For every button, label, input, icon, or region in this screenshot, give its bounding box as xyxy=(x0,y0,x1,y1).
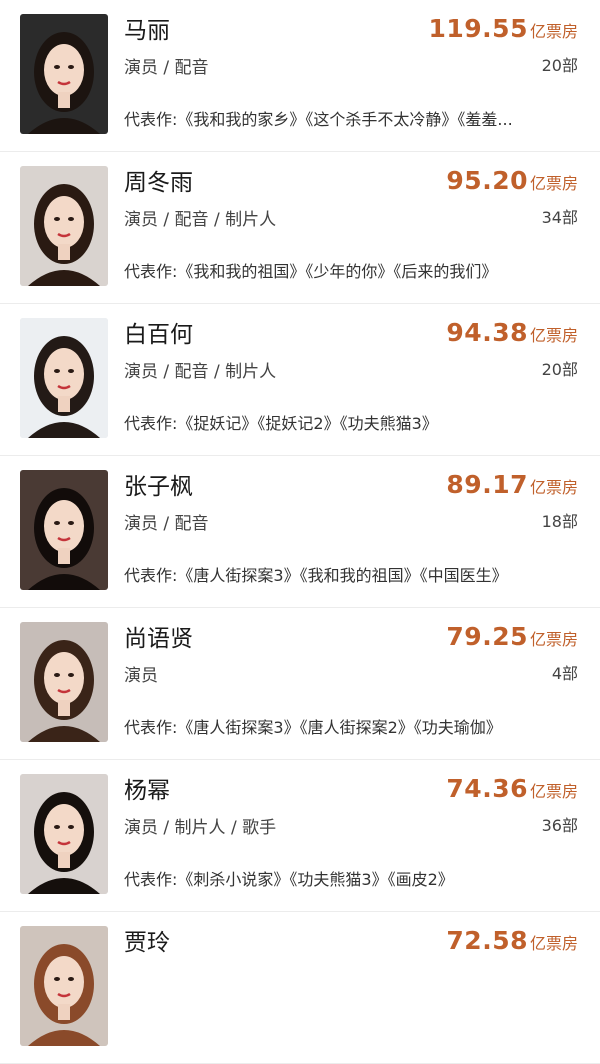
avatar[interactable] xyxy=(20,14,108,134)
actor-roles: 演员 / 配音 xyxy=(124,58,209,78)
list-item[interactable]: 尚语贤 演员 79.25 亿票房 4部 代表作:《唐人街探案3》《唐人街探案2》《… xyxy=(0,608,600,760)
box-office: 74.36 亿票房 xyxy=(446,772,578,809)
box-office-value: 74.36 xyxy=(446,774,528,803)
list-item[interactable]: 白百何 演员 / 配音 / 制片人 94.38 亿票房 20部 代表作:《捉妖记》… xyxy=(0,304,600,456)
portrait-image xyxy=(20,774,108,894)
box-office-value: 72.58 xyxy=(446,926,528,955)
box-office-unit: 亿票房 xyxy=(529,174,578,193)
representative-works: 代表作:《捉妖记》《捉妖记2》《功夫熊猫3》 xyxy=(124,414,438,433)
avatar[interactable] xyxy=(20,622,108,742)
representative-works: 代表作:《刺杀小说家》《功夫熊猫3》《画皮2》 xyxy=(124,870,454,889)
box-office-value: 95.20 xyxy=(446,166,528,195)
representative-works: 代表作:《我和我的祖国》《少年的你》《后来的我们》 xyxy=(124,262,498,281)
film-count: 18部 xyxy=(541,512,578,531)
portrait-image xyxy=(20,14,108,134)
box-office-value: 94.38 xyxy=(446,318,528,347)
box-office: 79.25 亿票房 xyxy=(446,620,578,657)
actor-roles: 演员 xyxy=(124,666,158,686)
list-item[interactable]: 马丽 演员 / 配音 119.55 亿票房 20部 代表作:《我和我的家乡》《这个… xyxy=(0,0,600,152)
representative-works: 代表作:《唐人街探案3》《唐人街探案2》《功夫瑜伽》 xyxy=(124,718,502,737)
actor-name[interactable]: 尚语贤 xyxy=(124,624,193,654)
box-office-unit: 亿票房 xyxy=(529,478,578,497)
actor-roles: 演员 / 配音 / 制片人 xyxy=(124,210,277,230)
representative-works: 代表作:《我和我的家乡》《这个杀手不太冷静》《羞羞... xyxy=(124,110,513,129)
box-office-unit: 亿票房 xyxy=(529,630,578,649)
actor-roles: 演员 / 制片人 / 歌手 xyxy=(124,818,277,838)
portrait-image xyxy=(20,470,108,590)
list-item[interactable]: 杨幂 演员 / 制片人 / 歌手 74.36 亿票房 36部 代表作:《刺杀小说家… xyxy=(0,760,600,912)
box-office-ranking-list: 马丽 演员 / 配音 119.55 亿票房 20部 代表作:《我和我的家乡》《这个… xyxy=(0,0,600,1064)
list-item[interactable]: 贾玲 72.58 亿票房 xyxy=(0,912,600,1064)
film-count: 34部 xyxy=(541,208,578,227)
avatar[interactable] xyxy=(20,926,108,1046)
actor-name[interactable]: 贾玲 xyxy=(124,928,170,958)
box-office-unit: 亿票房 xyxy=(529,326,578,345)
film-count: 20部 xyxy=(541,360,578,379)
representative-works: 代表作:《唐人街探案3》《我和我的祖国》《中国医生》 xyxy=(124,566,508,585)
actor-name[interactable]: 杨幂 xyxy=(124,776,170,806)
box-office: 95.20 亿票房 xyxy=(446,164,578,201)
box-office: 94.38 亿票房 xyxy=(446,316,578,353)
avatar[interactable] xyxy=(20,166,108,286)
box-office: 72.58 亿票房 xyxy=(446,924,578,961)
avatar[interactable] xyxy=(20,318,108,438)
box-office-unit: 亿票房 xyxy=(529,22,578,41)
avatar[interactable] xyxy=(20,774,108,894)
box-office-value: 79.25 xyxy=(446,622,528,651)
film-count: 36部 xyxy=(541,816,578,835)
box-office-value: 89.17 xyxy=(446,470,528,499)
actor-roles: 演员 / 配音 / 制片人 xyxy=(124,362,277,382)
box-office: 89.17 亿票房 xyxy=(446,468,578,505)
list-item[interactable]: 周冬雨 演员 / 配音 / 制片人 95.20 亿票房 34部 代表作:《我和我的… xyxy=(0,152,600,304)
film-count: 20部 xyxy=(541,56,578,75)
portrait-image xyxy=(20,622,108,742)
list-item[interactable]: 张子枫 演员 / 配音 89.17 亿票房 18部 代表作:《唐人街探案3》《我和… xyxy=(0,456,600,608)
box-office: 119.55 亿票房 xyxy=(429,12,579,49)
portrait-image xyxy=(20,926,108,1046)
portrait-image xyxy=(20,166,108,286)
actor-name[interactable]: 白百何 xyxy=(124,320,193,350)
box-office-value: 119.55 xyxy=(428,14,528,43)
actor-name[interactable]: 周冬雨 xyxy=(124,168,193,198)
actor-roles: 演员 / 配音 xyxy=(124,514,209,534)
portrait-image xyxy=(20,318,108,438)
film-count: 4部 xyxy=(551,664,578,683)
box-office-unit: 亿票房 xyxy=(529,934,578,953)
box-office-unit: 亿票房 xyxy=(529,782,578,801)
avatar[interactable] xyxy=(20,470,108,590)
actor-name[interactable]: 马丽 xyxy=(124,16,170,46)
actor-name[interactable]: 张子枫 xyxy=(124,472,193,502)
